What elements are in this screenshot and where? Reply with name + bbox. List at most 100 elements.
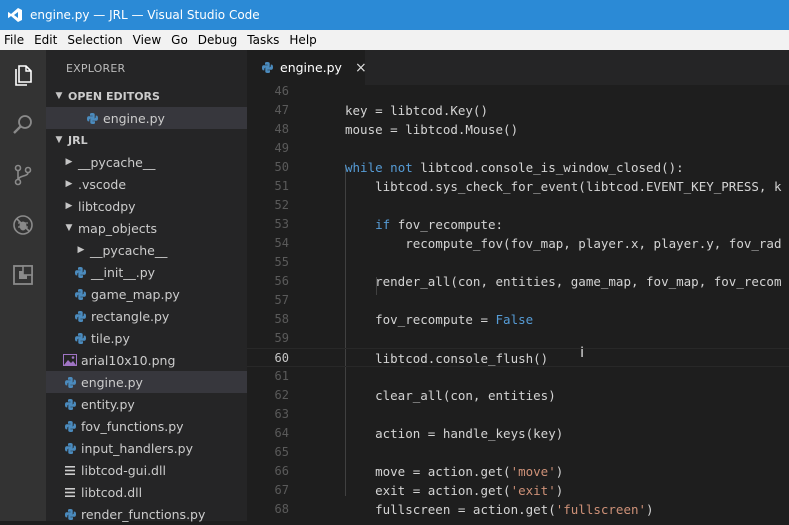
code-text: key = libtcod.Key() (345, 103, 488, 118)
debug-icon[interactable] (0, 202, 46, 248)
tree-file[interactable]: rectangle.py (46, 305, 247, 327)
open-editors-header[interactable]: ▼ OPEN EDITORS (46, 85, 247, 107)
python-file-icon (261, 61, 274, 75)
code-line: 63 (247, 405, 789, 424)
tree-file[interactable]: libtcod.dll (46, 481, 247, 503)
line-number: 46 (274, 85, 289, 98)
image-file-icon (62, 353, 78, 367)
chevron-right-icon: ▶ (65, 179, 73, 189)
tree-file[interactable]: fov_functions.py (46, 415, 247, 437)
tree-item-label: __pycache__ (78, 154, 156, 170)
line-number: 53 (274, 217, 289, 231)
menu-file[interactable]: File (0, 33, 30, 47)
open-editor-item[interactable]: engine.py (46, 107, 247, 129)
line-number: 57 (274, 293, 289, 307)
menu-view[interactable]: View (129, 33, 167, 47)
chevron-down-icon: ▼ (55, 91, 63, 101)
tree-item-label: libtcodpy (78, 198, 136, 214)
line-number: 65 (274, 445, 289, 459)
tree-file[interactable]: input_handlers.py (46, 437, 247, 459)
menu-debug[interactable]: Debug (194, 33, 243, 47)
python-file-icon (72, 331, 88, 345)
tree-file[interactable]: render_functions.py (46, 503, 247, 525)
open-editor-label: engine.py (103, 110, 165, 126)
tree-file[interactable]: game_map.py (46, 283, 247, 305)
project-header[interactable]: ▼ JRL (46, 129, 247, 151)
explorer-title: EXPLORER (66, 62, 126, 75)
code-line: 53 if fov_recompute: (247, 215, 789, 234)
code-text: if fov_recompute: (375, 217, 504, 232)
search-icon[interactable] (0, 102, 46, 148)
line-number: 49 (274, 141, 289, 155)
tree-item-label: fov_functions.py (81, 418, 184, 434)
menu-go[interactable]: Go (167, 33, 194, 47)
tab-bar: engine.py × (247, 50, 789, 85)
line-number: 66 (274, 464, 289, 478)
editor-area: engine.py × I 46 47 key = libtcod.Key() 48 m… (247, 50, 789, 521)
dll-file-icon (62, 463, 78, 477)
source-control-icon[interactable] (0, 152, 46, 198)
chevron-right-icon: ▶ (65, 201, 73, 211)
code-text: libtcod.console_flush() (345, 351, 549, 366)
python-file-icon (84, 111, 100, 125)
code-line: 66 move = action.get('move') (247, 462, 789, 481)
code-line: 48 mouse = libtcod.Mouse() (247, 120, 789, 139)
code-text: exit = action.get('exit') (345, 483, 564, 498)
tree-file[interactable]: tile.py (46, 327, 247, 349)
chevron-down-icon: ▼ (55, 135, 63, 145)
tree-item-label: entity.py (81, 396, 135, 412)
tree-item-label: input_handlers.py (81, 440, 193, 456)
line-number: 62 (274, 388, 289, 402)
code-line: 50 while not libtcod.console_is_window_cl… (247, 158, 789, 177)
code-text: recompute_fov(fov_map, player.x, player.… (345, 236, 782, 251)
code-line: 52 (247, 196, 789, 215)
tree-folder[interactable]: ▶ libtcodpy (46, 195, 247, 217)
line-number: 64 (274, 426, 289, 440)
code-line: 62 clear_all(con, entities) (247, 386, 789, 405)
project-label: JRL (68, 133, 88, 147)
code-text: action = handle_keys(key) (345, 426, 564, 441)
title-bar: engine.py — JRL — Visual Studio Code (0, 0, 789, 30)
line-number: 68 (274, 502, 289, 516)
line-number: 67 (274, 483, 289, 497)
menu-edit[interactable]: Edit (30, 33, 63, 47)
line-number: 61 (274, 369, 289, 383)
tree-file[interactable]: libtcod-gui.dll (46, 459, 247, 481)
tree-folder[interactable]: ▼ map_objects (46, 217, 247, 239)
files-icon[interactable] (0, 52, 46, 98)
code-line: 64 action = handle_keys(key) (247, 424, 789, 443)
tree-file[interactable]: entity.py (46, 393, 247, 415)
tree-file[interactable]: arial10x10.png (46, 349, 247, 371)
tree-item-label: rectangle.py (91, 308, 170, 324)
tree-folder[interactable]: ▶ __pycache__ (46, 151, 247, 173)
menu-tasks[interactable]: Tasks (243, 33, 285, 47)
code-text: fov_recompute = False (345, 312, 534, 327)
tree-item-label: libtcod-gui.dll (81, 462, 166, 478)
tree-folder[interactable]: ▶ __pycache__ (46, 239, 247, 261)
tab-engine-py[interactable]: engine.py × (247, 50, 367, 85)
menu-help[interactable]: Help (285, 33, 322, 47)
code-line: 58 fov_recompute = False (247, 310, 789, 329)
tree-file[interactable]: __init__.py (46, 261, 247, 283)
code-line: 46 (247, 85, 789, 101)
tree-item-label: __init__.py (91, 264, 156, 280)
window-title: engine.py — JRL — Visual Studio Code (30, 8, 260, 22)
tree-file[interactable]: engine.py (46, 371, 247, 393)
python-file-icon (62, 419, 78, 433)
vscode-logo-icon (0, 0, 30, 30)
menu-selection[interactable]: Selection (63, 33, 128, 47)
code-text: libtcod.sys_check_for_event(libtcod.EVEN… (345, 179, 782, 194)
python-file-icon (62, 507, 78, 521)
close-icon[interactable]: × (355, 60, 367, 76)
chevron-right-icon: ▶ (65, 157, 73, 167)
extensions-icon[interactable] (0, 252, 46, 298)
chevron-right-icon: ▶ (77, 245, 85, 255)
line-number: 54 (274, 236, 289, 250)
tree-folder[interactable]: ▶ .vscode (46, 173, 247, 195)
code-editor[interactable]: I 46 47 key = libtcod.Key() 48 mouse = libtc… (247, 85, 789, 521)
code-line: 54 recompute_fov(fov_map, player.x, play… (247, 234, 789, 253)
python-file-icon (62, 397, 78, 411)
code-line: 56 render_all(con, entities, game_map, f… (247, 272, 789, 291)
python-file-icon (72, 265, 88, 279)
tree-item-label: libtcod.dll (81, 484, 143, 500)
